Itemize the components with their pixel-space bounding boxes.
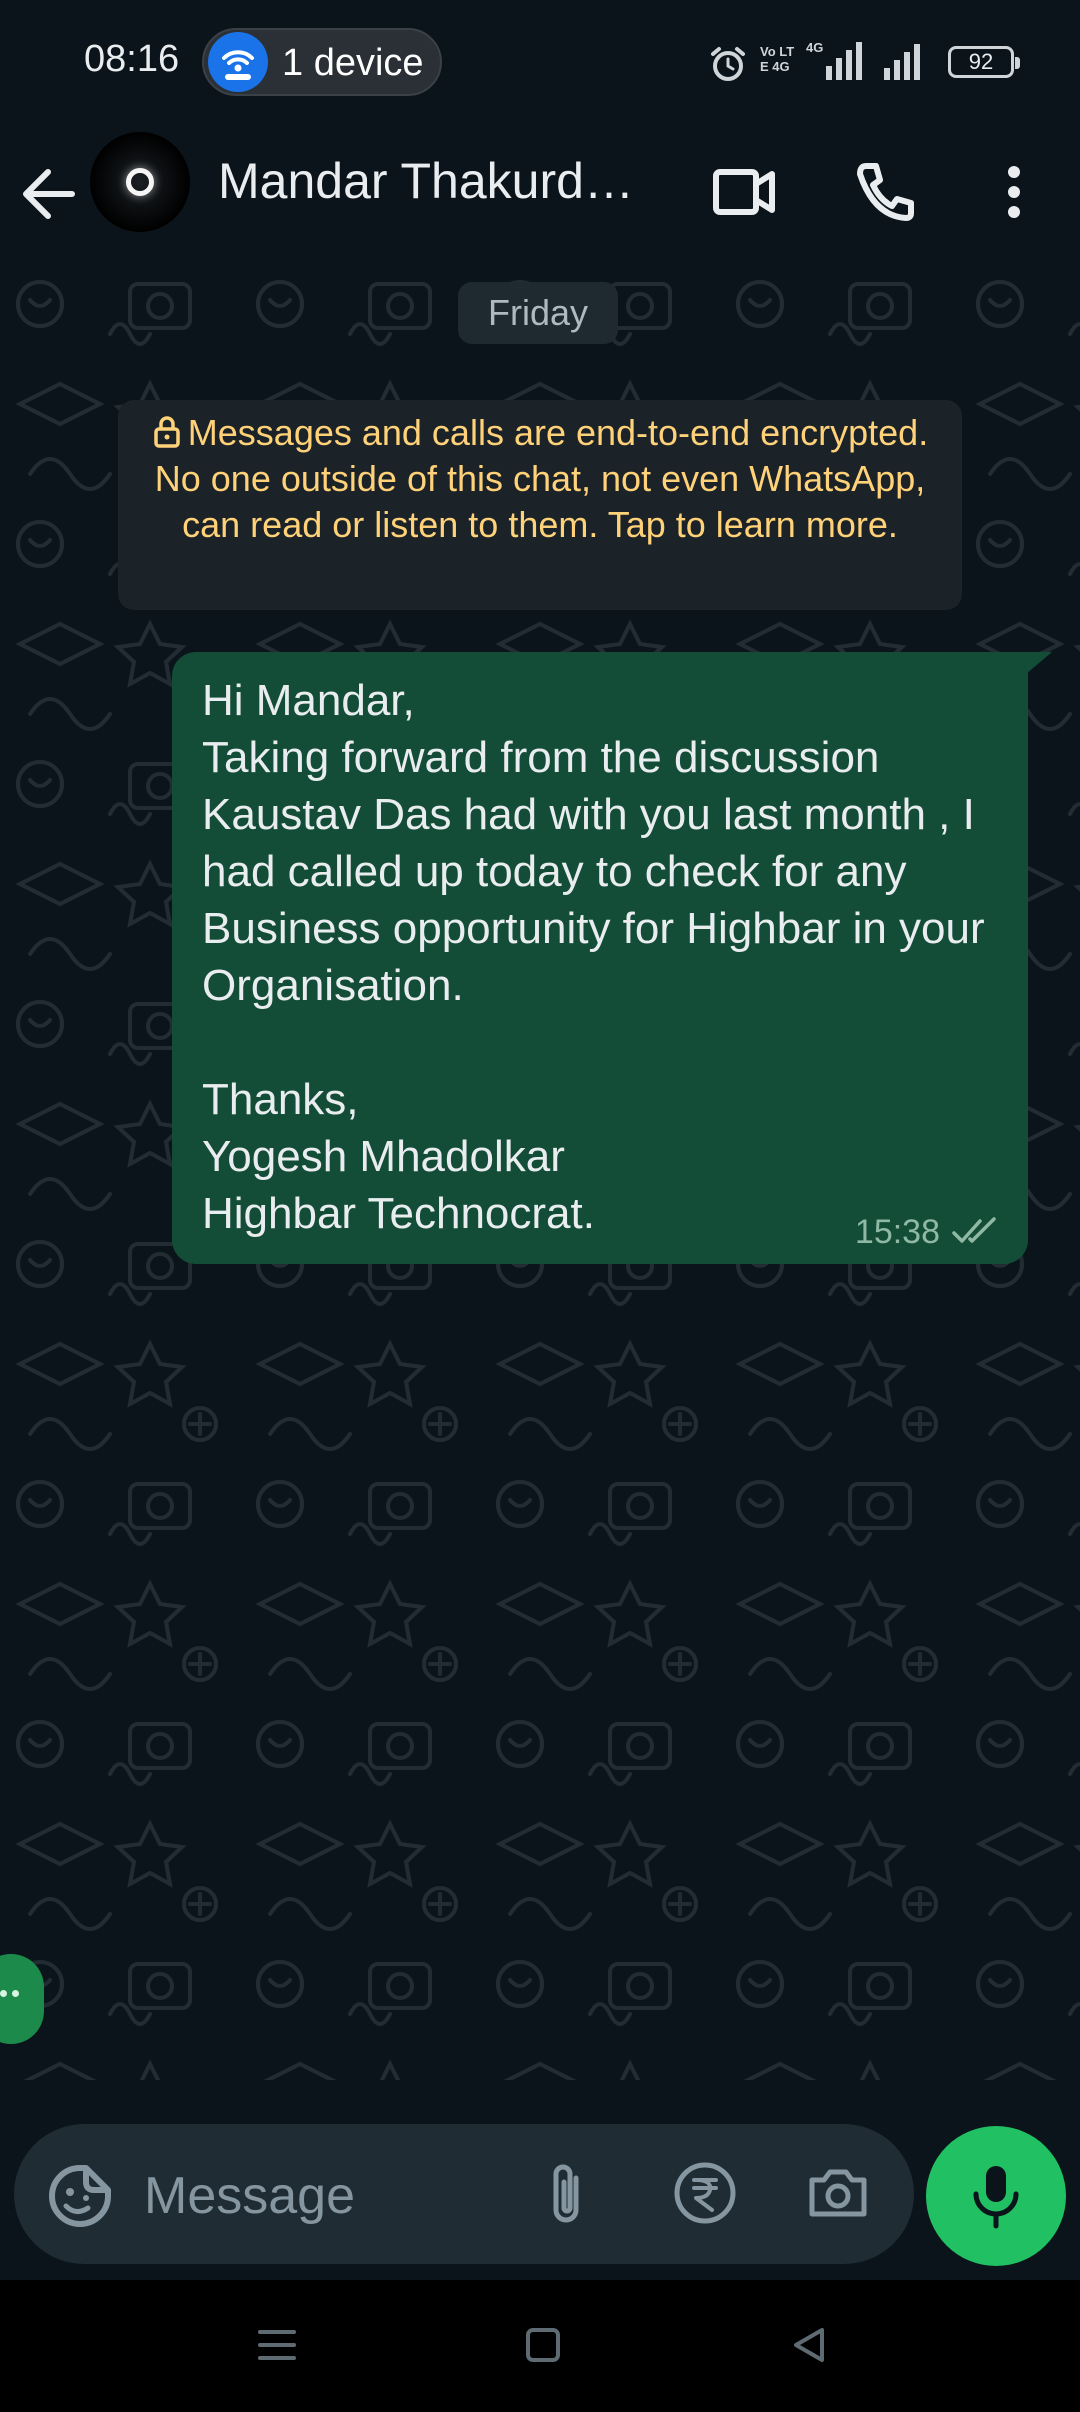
- hotspot-label: 1 device: [282, 42, 424, 84]
- system-navigation-bar: [0, 2280, 1080, 2412]
- voice-call-icon: [857, 163, 914, 221]
- message-meta: 15:38: [855, 1210, 1002, 1254]
- outgoing-message-bubble[interactable]: Hi Mandar, Taking forward from the discu…: [172, 652, 1052, 1264]
- voice-call-button[interactable]: [840, 146, 930, 236]
- encryption-notice-text: Messages and calls are end-to-end encryp…: [154, 412, 929, 545]
- rupee-payment-icon: [674, 2162, 736, 2224]
- video-call-icon: [713, 169, 775, 215]
- more-options-icon: [1008, 166, 1020, 218]
- avatar[interactable]: [90, 132, 190, 232]
- back-nav-button[interactable]: [786, 2322, 832, 2373]
- back-arrow-icon: [23, 169, 75, 219]
- chat-header: Mandar Thakurde…: [0, 124, 1080, 265]
- attach-button[interactable]: [536, 2160, 596, 2237]
- double-check-icon: [952, 1217, 996, 1243]
- encryption-notice[interactable]: Messages and calls are end-to-end encryp…: [118, 400, 962, 610]
- signal-strength-icon-2: [884, 44, 920, 80]
- home-square-icon: [526, 2328, 560, 2362]
- payment-button[interactable]: [672, 2160, 738, 2231]
- side-panel-handle[interactable]: [0, 1954, 44, 2044]
- svg-text:4G: 4G: [806, 40, 823, 55]
- chat-area[interactable]: Friday Messages and calls are end-to-end…: [0, 264, 1080, 2080]
- back-button[interactable]: [16, 154, 86, 234]
- attach-icon: [553, 2164, 579, 2223]
- hotspot-icon: [208, 32, 268, 92]
- message-input[interactable]: Message: [144, 2166, 355, 2226]
- status-bar: 08:16 1 device Vo LTE 4G 4G 92: [0, 0, 1080, 124]
- sticker-emoji-icon: [49, 2165, 111, 2227]
- recent-apps-button[interactable]: [254, 2322, 300, 2373]
- volte-icon: Vo LTE 4G: [760, 44, 795, 74]
- status-time: 08:16: [84, 38, 180, 80]
- video-call-button[interactable]: [700, 146, 790, 236]
- sticker-button[interactable]: [42, 2158, 118, 2239]
- more-options-button[interactable]: [970, 146, 1030, 236]
- alarm-icon: [711, 47, 745, 81]
- voice-message-button[interactable]: [926, 2126, 1066, 2266]
- date-chip: Friday: [458, 282, 618, 344]
- hotspot-pill[interactable]: 1 device: [202, 28, 442, 96]
- back-triangle-icon: [794, 2328, 824, 2362]
- message-text: Hi Mandar, Taking forward from the discu…: [202, 676, 985, 1238]
- menu-lines-icon: [258, 2330, 296, 2360]
- home-button[interactable]: [520, 2322, 566, 2373]
- message-time: 15:38: [854, 1212, 940, 1251]
- camera-button[interactable]: [804, 2160, 872, 2231]
- message-composer: Message: [14, 2124, 914, 2264]
- battery-icon: 92: [948, 46, 1020, 78]
- camera-icon: [809, 2169, 867, 2217]
- signal-strength-icon: 4G: [806, 40, 862, 80]
- contact-name[interactable]: Mandar Thakurde…: [218, 152, 658, 210]
- lock-icon: [154, 416, 180, 448]
- microphone-icon: [973, 2166, 1019, 2229]
- avatar-image: [126, 168, 154, 196]
